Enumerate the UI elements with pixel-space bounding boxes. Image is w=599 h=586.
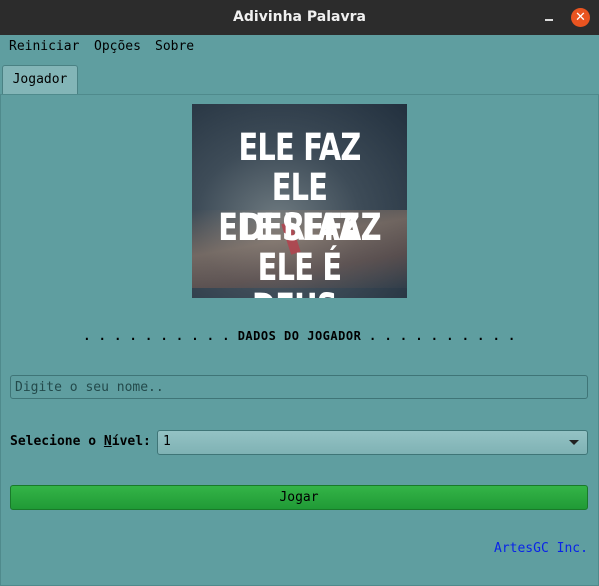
tab-strip: Jogador: [0, 63, 599, 94]
title-bar: Adivinha Palavra ✕: [0, 0, 599, 35]
banner-line-4: ELE É DEUS.: [252, 246, 348, 299]
play-button[interactable]: Jogar: [10, 485, 588, 510]
menu-reiniciar[interactable]: Reiniciar: [9, 39, 79, 54]
name-input[interactable]: [10, 375, 588, 399]
banner-line-3: ELE REFAZ: [218, 206, 381, 249]
level-label-suffix: ível:: [111, 434, 151, 449]
level-label-prefix: Selecione o: [10, 434, 104, 449]
app-window: Adivinha Palavra ✕ Reiniciar Opções Sobr…: [0, 0, 599, 586]
minimize-button[interactable]: [540, 8, 558, 26]
level-label-mnemonic: N: [103, 434, 112, 449]
menu-bar: Reiniciar Opções Sobre: [0, 35, 599, 59]
level-select[interactable]: 1: [157, 430, 588, 455]
level-label: Selecione o Nível:: [10, 434, 151, 449]
banner-line-1: ELE FAZ: [238, 126, 361, 169]
tab-jogador[interactable]: Jogador: [2, 65, 78, 94]
close-button[interactable]: ✕: [571, 8, 590, 27]
banner-image: ELE FAZELE DESFAZELE REFAZELE É DEUS.: [192, 104, 407, 298]
menu-sobre[interactable]: Sobre: [155, 39, 194, 54]
level-select-value: 1: [163, 434, 171, 449]
chevron-down-icon[interactable]: [569, 440, 579, 445]
menu-opcoes[interactable]: Opções: [94, 39, 141, 54]
close-icon: ✕: [575, 10, 586, 25]
credits-link[interactable]: ArtesGC Inc.: [494, 541, 588, 556]
window-title: Adivinha Palavra: [233, 9, 366, 25]
section-title: . . . . . . . . . . DADOS DO JOGADOR . .…: [83, 329, 516, 343]
